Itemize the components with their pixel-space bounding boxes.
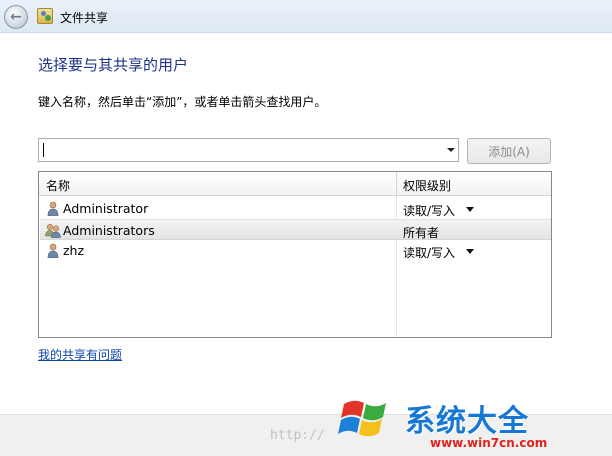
table-row[interactable]: zhz 读取/写入 xyxy=(40,240,551,261)
back-arrow-icon: ← xyxy=(10,9,22,25)
file-sharing-icon xyxy=(37,8,53,24)
brand-site-text: www.win7cn.com xyxy=(430,436,548,450)
page-heading: 选择要与其共享的用户 xyxy=(38,56,189,74)
column-header-name[interactable]: 名称 xyxy=(46,177,70,194)
permission-level[interactable]: 读取/写入 xyxy=(403,244,455,261)
column-divider[interactable] xyxy=(396,172,397,195)
user-icon xyxy=(47,243,59,258)
table-row[interactable]: Administrators 所有者 xyxy=(40,219,551,240)
chevron-down-icon[interactable] xyxy=(447,148,455,152)
user-name: zhz xyxy=(63,243,85,258)
permission-level[interactable]: 读取/写入 xyxy=(403,202,455,219)
chevron-down-icon[interactable] xyxy=(466,207,474,212)
permission-level: 所有者 xyxy=(403,226,440,240)
user-name: Administrator xyxy=(63,201,149,216)
title-bar: ← 文件共享 xyxy=(0,0,612,33)
list-header: 名称 权限级别 xyxy=(39,172,551,196)
table-row[interactable]: Administrator 读取/写入 xyxy=(40,198,551,219)
user-group-icon xyxy=(45,223,61,238)
column-header-permission[interactable]: 权限级别 xyxy=(403,177,451,194)
user-list[interactable]: 名称 权限级别 Administrator 读取/写入 Administrato… xyxy=(38,171,552,338)
chevron-down-icon[interactable] xyxy=(466,249,474,254)
window-title: 文件共享 xyxy=(60,11,109,25)
watermark-url: http:// xyxy=(270,428,325,443)
user-name: Administrators xyxy=(63,223,155,238)
add-button[interactable]: 添加(A) xyxy=(467,138,551,164)
sharing-help-link[interactable]: 我的共享有问题 xyxy=(38,346,122,363)
back-button[interactable]: ← xyxy=(4,5,28,29)
text-caret xyxy=(43,143,44,157)
windows-flag-logo-icon xyxy=(338,400,386,437)
user-icon xyxy=(47,201,59,216)
user-name-combobox[interactable] xyxy=(38,138,459,162)
brand-logo-text: 系统大全 xyxy=(405,404,529,439)
instruction-text: 键入名称，然后单击“添加”，或者单击箭头查找用户。 xyxy=(38,95,327,109)
